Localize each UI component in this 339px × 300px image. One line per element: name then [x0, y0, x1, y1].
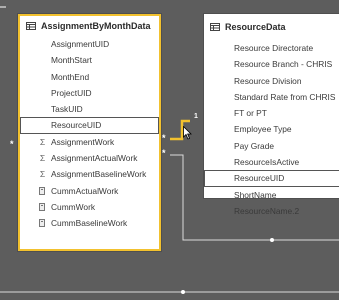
- field-cummactualwork[interactable]: CummActualWork: [20, 183, 159, 199]
- relationship-midpoint: [270, 238, 274, 242]
- field-standard-rate-from-chris[interactable]: Standard Rate from CHRIS: [204, 89, 339, 105]
- field-label: ProjectUID: [51, 87, 92, 98]
- diagram-canvas[interactable]: AssignmentByMonthData AssignmentUID Month…: [0, 0, 339, 300]
- table-title: AssignmentByMonthData: [41, 21, 151, 31]
- calculated-column-icon: [39, 202, 45, 211]
- field-cummbaselinework[interactable]: CummBaselineWork: [20, 215, 159, 231]
- field-label: ResourceIsActive: [234, 157, 300, 168]
- field-resource-directorate[interactable]: Resource Directorate: [204, 40, 339, 56]
- one-marker: 1: [194, 113, 198, 120]
- table-assignmentbymonthdata[interactable]: AssignmentByMonthData AssignmentUID Month…: [18, 14, 161, 251]
- field-label: MonthEnd: [51, 71, 90, 82]
- field-label: ResourceName.2: [234, 205, 300, 216]
- field-label: ResourceUID: [234, 173, 285, 184]
- field-ft-or-pt[interactable]: FT or PT: [204, 105, 339, 121]
- field-pay-grade[interactable]: Pay Grade: [204, 138, 339, 154]
- field-list: Resource Directorate Resource Branch - CH…: [204, 40, 339, 219]
- field-label: Resource Division: [234, 75, 302, 86]
- field-assignmentuid[interactable]: AssignmentUID: [20, 36, 159, 52]
- table-header[interactable]: ResourceData: [204, 14, 339, 40]
- field-label: Employee Type: [234, 124, 292, 135]
- table-resourcedata[interactable]: ResourceData Resource Directorate Resourc…: [204, 14, 339, 216]
- field-label: ResourceUID: [51, 120, 102, 131]
- table-header[interactable]: AssignmentByMonthData: [20, 16, 159, 36]
- sum-icon: Σ: [39, 153, 46, 164]
- sum-icon: Σ: [39, 169, 46, 180]
- field-resourceisactive[interactable]: ResourceIsActive: [204, 154, 339, 170]
- calculated-column-icon: [39, 186, 45, 195]
- field-label: AssignmentUID: [51, 39, 110, 49]
- field-projectuid[interactable]: ProjectUID: [20, 85, 159, 101]
- field-label: Resource Directorate: [234, 43, 314, 53]
- field-label: AssignmentWork: [51, 136, 115, 147]
- field-assignmentwork[interactable]: Σ AssignmentWork: [20, 134, 159, 150]
- field-monthend[interactable]: MonthEnd: [20, 69, 159, 85]
- field-resource-division[interactable]: Resource Division: [204, 73, 339, 89]
- table-icon: [26, 22, 36, 30]
- field-resourceuid[interactable]: ResourceUID: [20, 117, 159, 134]
- table-icon: [210, 23, 220, 31]
- field-list: AssignmentUID MonthStart MonthEnd ProjectUI…: [20, 36, 159, 232]
- field-assignmentactualwork[interactable]: Σ AssignmentActualWork: [20, 150, 159, 166]
- field-label: Resource Branch - CHRIS: [234, 59, 333, 70]
- field-label: TaskUID: [51, 104, 83, 115]
- many-marker: *: [162, 148, 166, 158]
- field-label: Standard Rate from CHRIS: [234, 91, 336, 102]
- field-label: CummActualWork: [51, 185, 119, 196]
- field-employee-type[interactable]: Employee Type: [204, 121, 339, 137]
- field-label: AssignmentBaselineWork: [51, 169, 147, 180]
- field-label: CummWork: [51, 201, 96, 212]
- field-resourceuid[interactable]: ResourceUID: [204, 170, 339, 187]
- field-label: CummBaselineWork: [51, 218, 128, 229]
- field-label: ShortName: [234, 189, 277, 200]
- many-marker: *: [10, 139, 14, 149]
- field-label: AssignmentActualWork: [51, 153, 138, 164]
- field-cummwork[interactable]: CummWork: [20, 199, 159, 215]
- field-label: MonthStart: [51, 55, 92, 66]
- field-resource-branch-chris[interactable]: Resource Branch - CHRIS: [204, 56, 339, 72]
- calculated-column-icon: [39, 219, 45, 228]
- mouse-pointer-icon: [183, 125, 192, 145]
- field-resourcename-2[interactable]: ResourceName.2: [204, 203, 339, 219]
- field-monthstart[interactable]: MonthStart: [20, 52, 159, 68]
- field-assignmentbaselinework[interactable]: Σ AssignmentBaselineWork: [20, 166, 159, 182]
- field-shortname[interactable]: ShortName: [204, 187, 339, 203]
- field-label: FT or PT: [234, 108, 267, 119]
- field-label: Pay Grade: [234, 140, 275, 151]
- relationship-midpoint-bottom: [181, 290, 185, 294]
- field-taskuid[interactable]: TaskUID: [20, 101, 159, 117]
- many-marker: *: [162, 133, 166, 143]
- table-title: ResourceData: [225, 22, 286, 32]
- sum-icon: Σ: [39, 136, 46, 147]
